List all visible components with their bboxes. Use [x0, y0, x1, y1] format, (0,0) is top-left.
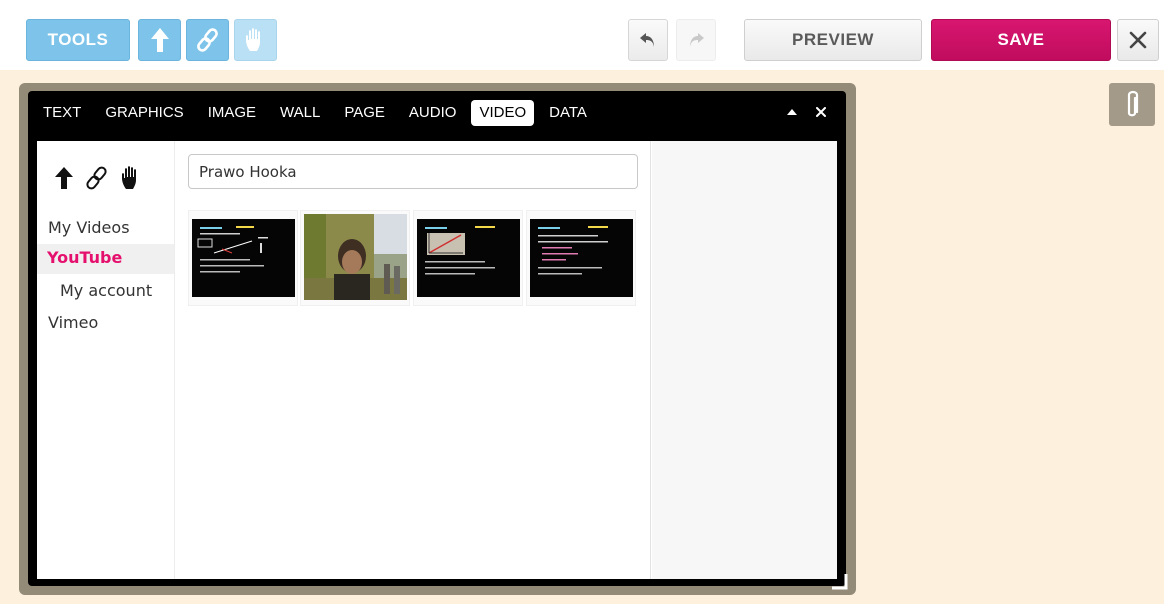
triangle-up-icon: [787, 109, 797, 115]
tab-page[interactable]: PAGE: [343, 100, 386, 126]
sidebar-item-youtube-row[interactable]: YouTube: [37, 244, 174, 274]
close-icon: [816, 107, 826, 117]
link-button[interactable]: [186, 19, 229, 61]
top-toolbar: TOOLS PREVIEW SAVE: [0, 0, 1164, 70]
graph-slide-thumbnail-image: [417, 219, 520, 297]
close-panel-button[interactable]: [812, 103, 830, 121]
slide-thumbnail-image: [192, 219, 295, 297]
arrow-up-icon: [150, 28, 169, 52]
video-thumbnail[interactable]: [530, 219, 633, 297]
tab-data[interactable]: DATA: [548, 100, 588, 126]
tab-wall[interactable]: WALL: [279, 100, 321, 126]
tab-audio[interactable]: AUDIO: [408, 100, 458, 126]
preview-button[interactable]: PREVIEW: [744, 19, 922, 61]
collapse-panel-button[interactable]: [783, 103, 801, 121]
hand-icon[interactable]: [120, 165, 144, 191]
undo-button[interactable]: [628, 19, 668, 61]
chain-link-icon[interactable]: [84, 165, 110, 191]
upload-arrow-icon[interactable]: [54, 166, 74, 190]
close-x-icon: [1129, 31, 1147, 49]
tab-video[interactable]: VIDEO: [471, 100, 535, 126]
save-button[interactable]: SAVE: [931, 19, 1111, 61]
tools-button[interactable]: TOOLS: [26, 19, 130, 61]
redo-arrow-icon: [690, 33, 704, 47]
resize-handle-icon[interactable]: [830, 572, 850, 592]
sidebar-item-my-account[interactable]: My account: [60, 281, 152, 300]
preview-button-label: PREVIEW: [792, 30, 874, 49]
chain-link-icon: [196, 28, 218, 52]
redo-button[interactable]: [676, 19, 716, 61]
video-thumbnail[interactable]: [417, 219, 520, 297]
hand-tool-button[interactable]: [234, 19, 277, 61]
sidebar-item-my-videos[interactable]: My Videos: [48, 218, 130, 237]
video-source-sidebar: [37, 141, 175, 579]
close-button[interactable]: [1117, 19, 1159, 61]
paperclip-icon: [1127, 90, 1139, 116]
undo-arrow-icon: [640, 33, 654, 47]
tab-image[interactable]: IMAGE: [207, 100, 257, 126]
photo-thumbnail-image: [304, 214, 407, 300]
tab-text[interactable]: TEXT: [42, 100, 82, 126]
tab-graphics[interactable]: GRAPHICS: [104, 100, 184, 126]
video-thumbnail[interactable]: [192, 219, 295, 297]
video-preview-column: [652, 141, 837, 579]
save-button-label: SAVE: [997, 30, 1045, 49]
video-thumbnail[interactable]: [304, 214, 407, 300]
tools-button-label: TOOLS: [47, 30, 109, 49]
text-slide-thumbnail-image: [530, 219, 633, 297]
panel-tabs: TEXT GRAPHICS IMAGE WALL PAGE AUDIO VIDE…: [42, 100, 610, 126]
sidebar-item-vimeo[interactable]: Vimeo: [48, 313, 98, 332]
attachment-button[interactable]: [1109, 83, 1155, 126]
hand-icon: [245, 28, 260, 51]
video-results-area: [175, 141, 651, 579]
sidebar-item-youtube: YouTube: [47, 248, 123, 267]
upload-button[interactable]: [138, 19, 181, 61]
sidebar-tools: [54, 165, 144, 191]
video-search-input[interactable]: [188, 154, 638, 189]
